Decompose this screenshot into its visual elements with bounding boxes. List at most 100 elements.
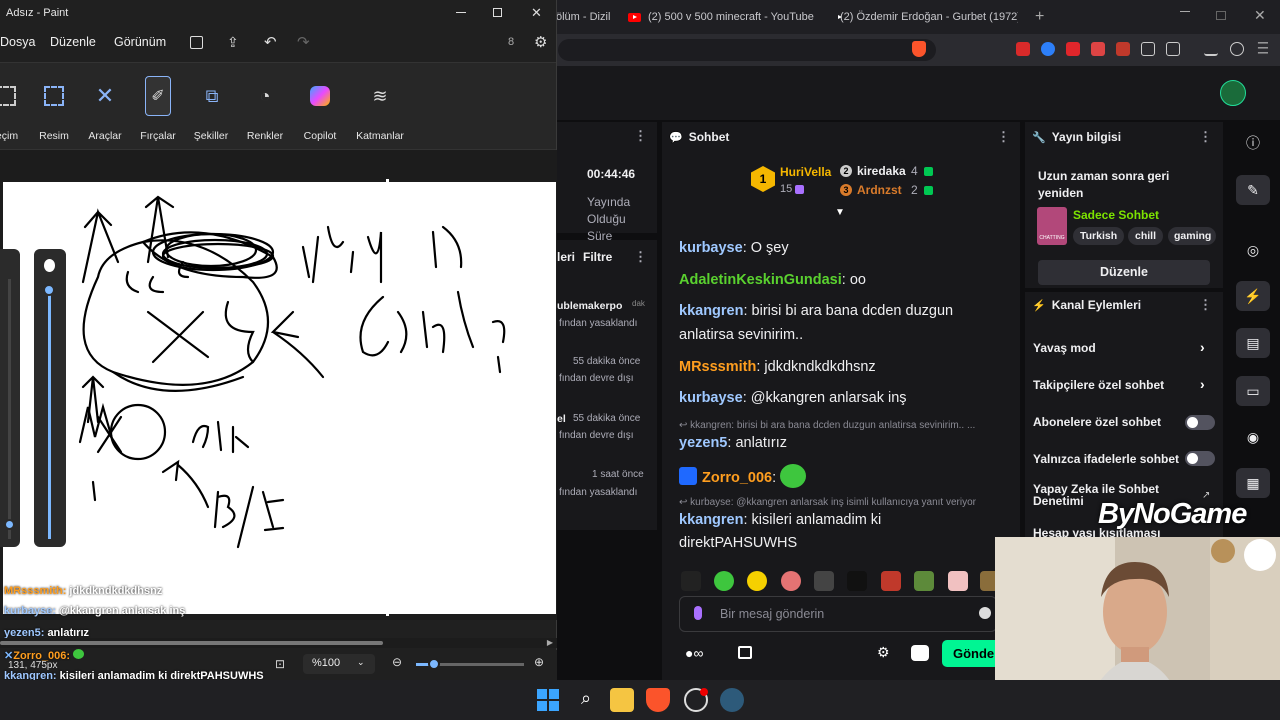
layers-icon[interactable]: ≋	[360, 76, 400, 116]
resize-handle[interactable]	[386, 179, 389, 182]
extension-icon[interactable]	[1041, 42, 1055, 56]
share-icon[interactable]: ⇪	[227, 34, 239, 51]
gear-icon[interactable]: ⚙	[877, 644, 890, 661]
maximize-icon[interactable]	[493, 8, 502, 17]
zoom-out-icon[interactable]: ⊖	[392, 655, 402, 669]
filter-button[interactable]: Filtre	[583, 250, 612, 264]
brush-size-slider[interactable]	[0, 249, 20, 547]
action-slow-mode[interactable]: Yavaş mod	[1033, 341, 1096, 355]
windows-start-icon[interactable]	[536, 688, 560, 712]
puzzle-icon[interactable]	[1141, 42, 1155, 56]
action-emote-only[interactable]: Yalnızca ifadelerle sohbet	[1033, 452, 1179, 466]
emote-only-toggle[interactable]	[1185, 451, 1215, 466]
tag[interactable]: gaming	[1168, 227, 1216, 245]
send-button[interactable]: Gönder	[942, 640, 1002, 667]
copilot-icon[interactable]	[300, 76, 340, 116]
undo-icon[interactable]: ↶	[264, 33, 277, 51]
search-icon[interactable]: ⌕	[574, 688, 598, 712]
extension-icon[interactable]	[1091, 42, 1105, 56]
chat-username[interactable]: Zorro_006	[702, 470, 772, 486]
camera-icon[interactable]: ◎	[1236, 235, 1270, 265]
zoom-slider[interactable]	[416, 658, 524, 670]
chat-icon[interactable]: ▭	[1236, 376, 1270, 406]
store-icon[interactable]	[738, 646, 752, 659]
pencil-icon[interactable]: ✎	[1236, 175, 1270, 205]
settings-icon[interactable]: ⚙	[534, 33, 547, 51]
music-icon[interactable]	[1230, 42, 1244, 56]
infinity-icon[interactable]: ●∞	[685, 645, 703, 661]
zoom-select[interactable]: %100 ⌄	[303, 654, 375, 674]
category-link[interactable]: Sadece Sohbet	[1073, 208, 1159, 222]
extension-icon[interactable]	[1116, 42, 1130, 56]
more-icon[interactable]: ⋮	[1199, 297, 1212, 313]
emote-icon[interactable]	[681, 571, 701, 591]
chat-input-placeholder[interactable]: Bir mesaj gönderin	[720, 607, 824, 621]
avatar[interactable]	[1220, 80, 1246, 106]
minimize-icon[interactable]	[1180, 11, 1190, 12]
emote-icon[interactable]	[914, 571, 934, 591]
tab-partial[interactable]: leri	[557, 250, 575, 264]
more-icon[interactable]: ⋮	[1199, 129, 1212, 145]
chevron-right-icon[interactable]: ›	[1200, 376, 1205, 392]
paint-app-icon[interactable]	[720, 688, 744, 712]
emote-icon[interactable]	[781, 571, 801, 591]
chat-username[interactable]: yezen5	[679, 435, 727, 451]
maximize-icon[interactable]	[1216, 11, 1226, 20]
chat-username[interactable]: AdaletinKeskinGundasi	[679, 272, 842, 288]
extension-icon[interactable]	[1016, 42, 1030, 56]
menu-file[interactable]: Dosya	[0, 35, 35, 49]
action-subs-only[interactable]: Abonelere özel sohbet	[1033, 415, 1161, 429]
drawing-canvas[interactable]	[3, 182, 556, 614]
subs-only-toggle[interactable]	[1185, 415, 1215, 430]
category-art[interactable]: CHATTING	[1037, 207, 1067, 245]
notes-icon[interactable]: ▤	[1236, 328, 1270, 358]
fit-screen-icon[interactable]: ⊡	[275, 657, 285, 671]
opacity-slider[interactable]	[34, 249, 66, 547]
tools-icon[interactable]: ✕	[85, 76, 125, 116]
emote-icon[interactable]	[747, 571, 767, 591]
more-icon[interactable]: ⋮	[634, 249, 647, 265]
gift-box-icon[interactable]	[911, 645, 929, 661]
emote-icon[interactable]	[814, 571, 834, 591]
chevron-right-icon[interactable]: ›	[1200, 339, 1205, 355]
layout-icon[interactable]: ▦	[1236, 468, 1270, 498]
palette-icon[interactable]: ◔	[245, 76, 285, 116]
shapes-icon[interactable]: ⧉	[192, 76, 232, 116]
browser-tab[interactable]: ölüm - Dizil	[556, 0, 616, 34]
leaderboard-name[interactable]: kiredaka	[857, 164, 906, 178]
broadcast-icon[interactable]: ◉	[1236, 422, 1270, 452]
url-input[interactable]	[558, 39, 936, 61]
emote-icon[interactable]	[948, 571, 968, 591]
chat-username[interactable]: kkangren	[679, 512, 743, 528]
emote-icon[interactable]	[881, 571, 901, 591]
brave-shield-icon[interactable]	[912, 41, 926, 57]
extension-icon[interactable]	[1066, 42, 1080, 56]
info-icon[interactable]: ⓘ	[1236, 128, 1270, 158]
mod-log-user[interactable]: el	[557, 413, 566, 425]
emoji-icon[interactable]	[979, 607, 991, 619]
close-icon[interactable]: ✕	[531, 5, 542, 21]
more-icon[interactable]: ⋮	[634, 128, 647, 144]
menu-icon[interactable]: ─ ─ ─	[1258, 35, 1268, 59]
mic-icon[interactable]	[694, 606, 702, 620]
chat-username[interactable]: kurbayse	[679, 390, 743, 406]
more-icon[interactable]: ⋮	[997, 129, 1010, 145]
new-tab-button[interactable]: +	[1035, 0, 1049, 34]
close-icon[interactable]: ✕	[1254, 7, 1266, 24]
browser-tab[interactable]: (2) 500 v 500 minecraft - YouTube	[628, 0, 818, 34]
image-tool-icon[interactable]	[34, 76, 74, 116]
browser-tab[interactable]: (2) Özdemir Erdoğan - Gurbet (1972)	[833, 0, 1018, 34]
menu-edit[interactable]: Düzenle	[50, 35, 96, 49]
tag[interactable]: chill	[1128, 227, 1164, 245]
brush-icon[interactable]: ✐	[145, 76, 171, 116]
chat-username[interactable]: kurbayse	[679, 240, 743, 256]
action-followers-only[interactable]: Takipçilere özel sohbet	[1033, 378, 1164, 392]
edit-button[interactable]: Düzenle	[1038, 260, 1210, 285]
file-explorer-icon[interactable]	[610, 688, 634, 712]
lightning-icon[interactable]: ⚡	[1236, 281, 1270, 311]
leaderboard-name[interactable]: HuriVella	[780, 165, 831, 179]
redo-icon[interactable]: ↷	[297, 33, 310, 51]
download-icon[interactable]	[1204, 42, 1218, 56]
emote-icon[interactable]	[714, 571, 734, 591]
brave-browser-icon[interactable]	[646, 688, 670, 712]
